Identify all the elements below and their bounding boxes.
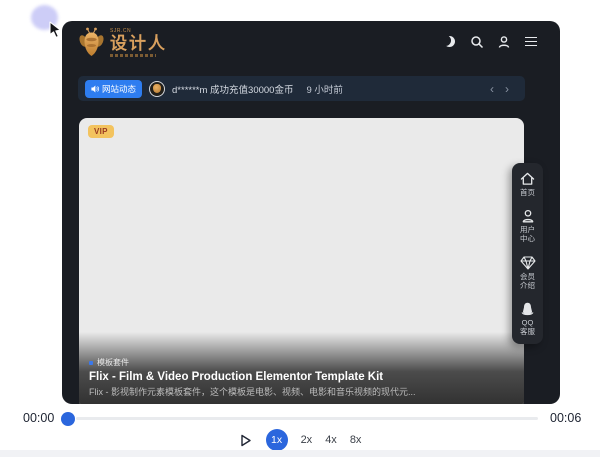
template-card[interactable]: VIP 模板套件 Flix - Film & Video Production … [79, 118, 524, 404]
logo-name: 设计人 [110, 33, 167, 53]
notice-time: 9 小时前 [306, 84, 343, 96]
speed-2x-button[interactable]: 2x [301, 434, 313, 446]
sidebar-item-label: QQ客服 [520, 317, 535, 336]
play-button[interactable] [239, 433, 253, 447]
card-title[interactable]: Flix - Film & Video Production Elementor… [89, 371, 514, 383]
quick-nav-sidebar: 首页 用户中心 会员介绍 QQ客服 [512, 163, 543, 344]
category-bullet-icon [89, 360, 93, 365]
mouse-cursor-icon [49, 21, 62, 38]
site-logo[interactable]: SJR.CN 设计人 [78, 26, 167, 59]
sidebar-item-membership[interactable]: 会员介绍 [519, 256, 537, 290]
notice-next-icon[interactable]: › [505, 83, 509, 95]
user-icon [522, 210, 533, 223]
video-frame: SJR.CN 设计人 网站动态 d******m 成功充值30000金币 9 小… [62, 21, 560, 404]
sidebar-item-label: 首页 [520, 188, 535, 197]
notice-prev-icon[interactable]: ‹ [490, 83, 494, 95]
home-icon [520, 172, 535, 185]
notice-badge-label: 网站动态 [102, 83, 137, 94]
notice-nav: ‹ › [490, 83, 509, 95]
diamond-icon [519, 256, 536, 270]
dark-mode-icon[interactable] [442, 34, 457, 49]
bee-logo-icon [79, 27, 104, 56]
menu-icon[interactable] [523, 34, 538, 49]
site-header: SJR.CN 设计人 [62, 21, 560, 69]
play-icon [240, 434, 251, 446]
search-icon[interactable] [469, 34, 484, 49]
card-category-label: 模板套件 [97, 358, 129, 367]
duration: 00:06 [550, 411, 582, 425]
speed-4x-button[interactable]: 4x [325, 434, 337, 446]
speed-1x-button[interactable]: 1x [265, 429, 288, 451]
vip-badge: VIP [88, 125, 114, 138]
playback-controls: 1x 2x 4x 8x [0, 429, 600, 451]
timeline-handle[interactable] [61, 412, 75, 426]
user-icon[interactable] [496, 34, 511, 49]
sidebar-item-home[interactable]: 首页 [519, 172, 537, 197]
notice-avatar [149, 80, 166, 97]
page-bottom-strip [0, 450, 600, 457]
logo-tagline [110, 53, 156, 57]
notice-message[interactable]: d******m 成功充值30000金币 [172, 82, 293, 96]
sidebar-item-label: 用户中心 [520, 225, 535, 244]
logo-domain: SJR.CN [110, 27, 132, 34]
bee-avatar-icon [153, 84, 162, 93]
sidebar-item-label: 会员介绍 [520, 271, 535, 290]
player-page: SJR.CN 设计人 网站动态 d******m 成功充值30000金币 9 小… [0, 0, 600, 457]
sidebar-item-qq-service[interactable]: QQ客服 [519, 302, 537, 336]
logo-text: SJR.CN 设计人 [110, 27, 167, 57]
notice-bar: 网站动态 d******m 成功充值30000金币 9 小时前 ‹ › [78, 76, 525, 101]
card-category[interactable]: 模板套件 [89, 357, 514, 368]
notice-badge: 网站动态 [85, 79, 143, 98]
header-icons [442, 34, 538, 49]
current-time: 00:00 [23, 411, 55, 425]
timeline-track[interactable] [76, 417, 538, 420]
speed-8x-button[interactable]: 8x [350, 434, 362, 446]
sidebar-item-user-center[interactable]: 用户中心 [519, 209, 537, 243]
card-overlay: 模板套件 Flix - Film & Video Production Elem… [79, 332, 524, 404]
speaker-icon [91, 85, 99, 92]
card-description: Flix - 影视制作元素模板套件，这个模板是电影、视频、电影和音乐视频的现代元… [89, 387, 416, 397]
qq-icon [521, 302, 534, 316]
